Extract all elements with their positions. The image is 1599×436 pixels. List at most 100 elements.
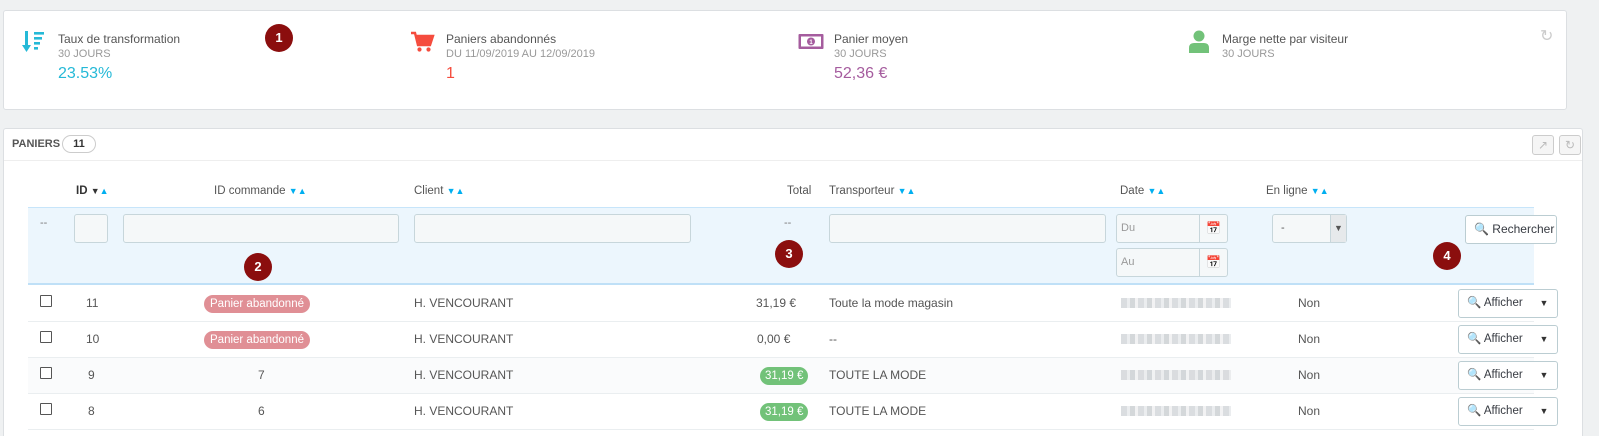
kpi-title: Marge nette par visiteur	[1222, 32, 1349, 46]
caret-down-icon[interactable]: ▼	[1531, 290, 1557, 317]
column-header-online[interactable]: En ligne ▼▲	[1266, 185, 1329, 197]
paid-total-badge: 31,19 €	[760, 367, 809, 385]
cart-icon	[411, 31, 435, 52]
bulk-placeholder: --	[40, 217, 48, 229]
kpi-value: 23.53%	[58, 65, 113, 82]
annotation-marker-1: 1	[265, 24, 293, 52]
sort-desc-icon[interactable]: ▼	[447, 186, 456, 196]
calendar-icon[interactable]: 📅	[1200, 248, 1228, 277]
zoom-in-icon: 🔍	[1467, 333, 1482, 345]
column-header-date[interactable]: Date ▼▲	[1120, 185, 1165, 197]
cart-count-badge: 11	[62, 135, 96, 153]
money-icon: 1	[798, 34, 824, 49]
view-button-label: Afficher	[1483, 297, 1523, 309]
kpi-subtitle: 30 JOURS	[1222, 48, 1275, 60]
cell-client: H. VENCOURANT	[414, 404, 514, 418]
cell-id: 9	[88, 368, 95, 382]
view-button-label: Afficher	[1483, 369, 1523, 381]
cell-online: Non	[1298, 332, 1321, 346]
cell-carrier: TOUTE LA MODE	[829, 404, 927, 418]
column-label: Date	[1120, 185, 1145, 197]
table-row[interactable]: 8 6 H. VENCOURANT 31,19 € TOUTE LA MODE …	[28, 394, 1558, 430]
caret-down-icon[interactable]: ▼	[1531, 398, 1557, 425]
zoom-in-icon: 🔍	[1467, 369, 1482, 381]
sort-asc-icon[interactable]: ▲	[298, 186, 307, 196]
view-button[interactable]: 🔍 Afficher ▼	[1458, 289, 1558, 318]
calendar-icon[interactable]: 📅	[1200, 214, 1228, 243]
sort-asc-icon[interactable]: ▲	[1320, 186, 1329, 196]
annotation-marker-2: 2	[244, 253, 272, 281]
cell-order-id: 7	[258, 368, 265, 382]
view-button[interactable]: 🔍 Afficher ▼	[1458, 325, 1558, 354]
column-header-client[interactable]: Client ▼▲	[414, 185, 464, 197]
column-header-total: Total	[787, 185, 811, 197]
column-label: Transporteur	[829, 185, 895, 197]
table-row[interactable]: 11 Panier abandonné H. VENCOURANT 31,19 …	[28, 286, 1558, 322]
export-icon[interactable]: ↗	[1532, 135, 1554, 155]
row-checkbox[interactable]	[40, 295, 52, 307]
filter-id-input[interactable]	[74, 214, 108, 243]
sort-asc-icon[interactable]: ▲	[1156, 186, 1165, 196]
status-badge: Panier abandonné	[204, 295, 310, 313]
sort-desc-icon[interactable]: ▼	[898, 186, 907, 196]
view-button[interactable]: 🔍 Afficher ▼	[1458, 397, 1558, 426]
filter-online-select[interactable]: - ▼	[1272, 214, 1347, 243]
row-checkbox[interactable]	[40, 331, 52, 343]
row-checkbox[interactable]	[40, 403, 52, 415]
status-badge: Panier abandonné	[204, 331, 310, 349]
kpi-panel: Taux de transformation 30 JOURS 23.53% P…	[3, 10, 1567, 110]
sort-desc-icon[interactable]: ▼	[289, 186, 298, 196]
kpi-title: Taux de transformation	[58, 32, 181, 46]
sort-asc-icon[interactable]: ▲	[456, 186, 465, 196]
annotation-marker-3: 3	[775, 240, 803, 268]
cell-carrier: Toute la mode magasin	[829, 296, 954, 310]
column-label: ID commande	[214, 185, 286, 197]
search-button[interactable]: 🔍 Rechercher	[1465, 215, 1557, 244]
search-button-label: Rechercher	[1492, 222, 1555, 236]
refresh-list-icon[interactable]: ↻	[1559, 135, 1581, 155]
kpi-title: Paniers abandonnés	[446, 32, 557, 46]
kpi-subtitle: 30 JOURS	[834, 48, 887, 60]
carts-panel: PANIERS 11 ↗ ↻ ID ▼▲ ID commande ▼▲ Clie…	[3, 128, 1583, 436]
cell-client: H. VENCOURANT	[414, 368, 514, 382]
kpi-title: Panier moyen	[834, 32, 909, 46]
cell-id: 10	[86, 332, 100, 346]
sort-desc-icon[interactable]: ▼	[91, 186, 100, 196]
sort-down-icon	[22, 31, 44, 52]
kpi-subtitle: DU 11/09/2019 AU 12/09/2019	[446, 48, 596, 60]
column-label: ID	[76, 185, 88, 197]
row-checkbox[interactable]	[40, 367, 52, 379]
column-header-id[interactable]: ID ▼▲	[76, 185, 109, 197]
magnifier-icon: 🔍	[1474, 222, 1489, 236]
panel-header: PANIERS 11 ↗ ↻	[4, 129, 1582, 161]
table-row[interactable]: 9 7 H. VENCOURANT 31,19 € TOUTE LA MODE …	[28, 358, 1558, 394]
column-header-order-id[interactable]: ID commande ▼▲	[214, 185, 307, 197]
sort-asc-icon[interactable]: ▲	[100, 186, 109, 196]
filter-order-id-input[interactable]	[123, 214, 399, 243]
cell-carrier: TOUTE LA MODE	[829, 368, 927, 382]
column-label: En ligne	[1266, 185, 1308, 197]
filter-date-from-input[interactable]: Du	[1116, 214, 1200, 243]
cell-order-id: 6	[258, 404, 265, 418]
column-header-carrier[interactable]: Transporteur ▼▲	[829, 185, 915, 197]
caret-down-icon[interactable]: ▼	[1531, 326, 1557, 353]
cell-id: 8	[88, 404, 95, 418]
blurred-date	[1121, 334, 1231, 344]
filter-carrier-input[interactable]	[829, 214, 1106, 243]
user-icon	[1189, 30, 1209, 53]
view-button[interactable]: 🔍 Afficher ▼	[1458, 361, 1558, 390]
sort-asc-icon[interactable]: ▲	[907, 186, 916, 196]
cell-id: 11	[86, 296, 99, 310]
kpi-value: 1	[446, 65, 455, 82]
paid-total-badge: 31,19 €	[760, 403, 809, 421]
filter-date-to-input[interactable]: Au	[1116, 248, 1200, 277]
select-value: -	[1281, 222, 1285, 234]
sort-desc-icon[interactable]: ▼	[1311, 186, 1320, 196]
cell-online: Non	[1298, 368, 1321, 382]
column-label: Total	[787, 185, 812, 197]
caret-down-icon[interactable]: ▼	[1531, 362, 1557, 389]
filter-client-input[interactable]	[414, 214, 691, 243]
cell-total: 0,00 €	[757, 332, 791, 346]
refresh-icon[interactable]: ↻	[1540, 29, 1556, 45]
table-row[interactable]: 10 Panier abandonné H. VENCOURANT 0,00 €…	[28, 322, 1558, 358]
